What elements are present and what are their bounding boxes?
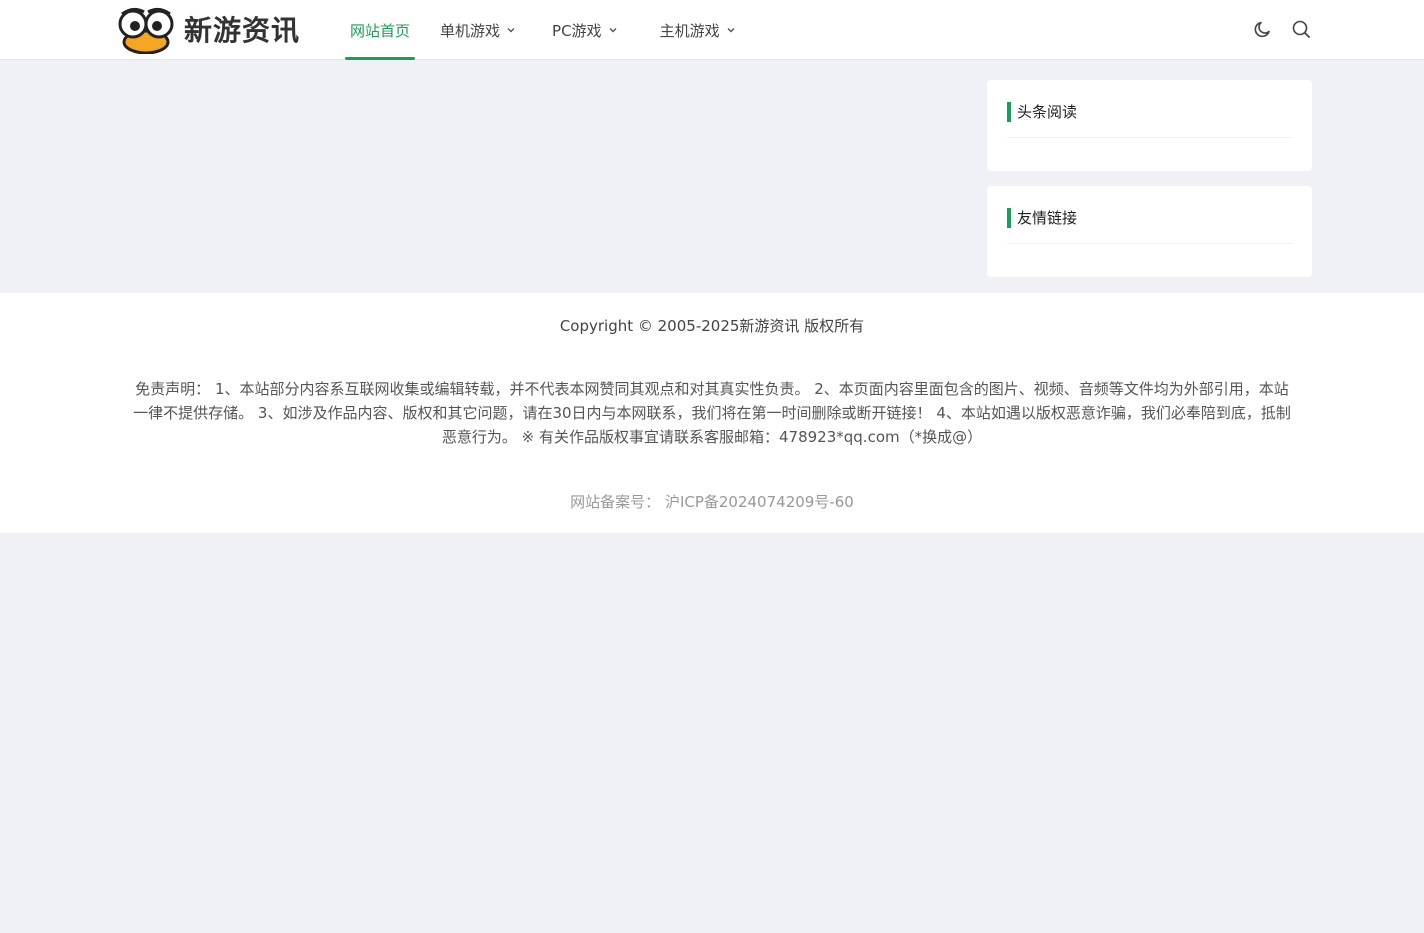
copyright-text: Copyright © 2005-2025新游资讯 版权所有 — [559, 317, 865, 335]
nav-item-single-player[interactable]: 单机游戏 — [440, 0, 516, 60]
nav-item-pc-games[interactable]: PC游戏 — [552, 0, 618, 60]
icp-record-link[interactable]: 网站备案号： 沪ICP备2024074209号-60 — [0, 491, 1424, 512]
widget-title: 头条阅读 — [1017, 103, 1078, 121]
widget-header: 头条阅读 — [1007, 102, 1293, 138]
nav-label: 网站首页 — [350, 21, 411, 40]
nav-item-console-games[interactable]: 主机游戏 — [660, 0, 736, 60]
widget-header: 友情链接 — [1007, 208, 1293, 244]
nav-label: 单机游戏 — [440, 21, 501, 40]
chevron-down-icon — [609, 28, 617, 33]
widget-title: 友情链接 — [1017, 209, 1078, 227]
nav-label: 主机游戏 — [659, 21, 720, 40]
disclaimer-text: 免责声明： 1、本站部分内容系互联网收集或编辑转载，并不代表本网赞同其观点和对其… — [133, 380, 1291, 446]
brand-name: 新游资讯 — [184, 14, 301, 47]
widget-accent-bar — [1007, 208, 1011, 228]
site-footer: Copyright © 2005-2025新游资讯 版权所有 免责声明： 1、本… — [0, 293, 1424, 533]
header-tools — [1252, 18, 1312, 40]
duck-logo-icon — [118, 7, 174, 54]
widget-headline-reading: 头条阅读 — [987, 80, 1312, 171]
nav-label: PC游戏 — [552, 21, 602, 40]
search-icon[interactable] — [1290, 18, 1312, 40]
widget-friend-links: 友情链接 — [987, 186, 1312, 277]
moon-icon[interactable] — [1252, 18, 1274, 40]
chevron-down-icon — [507, 28, 515, 33]
main-nav: 网站首页 单机游戏 PC游戏 主机游戏 — [345, 0, 736, 60]
site-header: 新游资讯 网站首页 单机游戏 PC游戏 主机游戏 — [0, 0, 1424, 60]
site-logo[interactable]: 新游资讯 — [118, 4, 300, 54]
nav-item-home[interactable]: 网站首页 — [345, 0, 416, 60]
widget-accent-bar — [1007, 102, 1011, 122]
chevron-down-icon — [727, 28, 735, 33]
